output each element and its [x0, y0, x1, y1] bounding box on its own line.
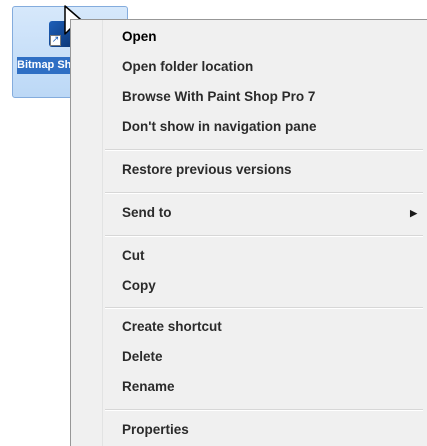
- menu-separator: [105, 307, 423, 309]
- menu-item-open-folder-location[interactable]: Open folder location: [122, 54, 417, 80]
- menu-item-delete[interactable]: Delete: [122, 344, 417, 370]
- menu-item-label: Properties: [122, 422, 189, 437]
- desktop-shortcut-label: Bitmap Shop: [17, 57, 71, 74]
- menu-item-label: Cut: [122, 248, 145, 263]
- menu-item-cut[interactable]: Cut: [122, 243, 417, 269]
- menu-item-label: Open folder location: [122, 59, 254, 74]
- menu-separator: [105, 235, 423, 237]
- menu-item-label: Create shortcut: [122, 319, 222, 334]
- menu-separator: [105, 409, 423, 411]
- context-menu: Open Open folder location Browse With Pa…: [70, 19, 427, 446]
- menu-item-browse-with-paint-shop-pro[interactable]: Browse With Paint Shop Pro 7: [122, 84, 417, 110]
- menu-item-label: Delete: [122, 349, 163, 364]
- menu-item-label: Send to: [122, 205, 172, 220]
- menu-separator: [105, 192, 423, 194]
- menu-item-dont-show-in-navigation-pane[interactable]: Don't show in navigation pane: [122, 114, 417, 140]
- menu-item-restore-previous-versions[interactable]: Restore previous versions: [122, 157, 417, 183]
- menu-item-label: Browse With Paint Shop Pro 7: [122, 89, 316, 104]
- chevron-right-icon: ▶: [410, 208, 417, 218]
- menu-item-label: Don't show in navigation pane: [122, 119, 317, 134]
- menu-item-label: Restore previous versions: [122, 162, 292, 177]
- shortcut-arrow-icon: ↗: [50, 35, 61, 46]
- menu-item-copy[interactable]: Copy: [122, 273, 417, 299]
- menu-item-label: Open: [122, 29, 157, 44]
- menu-item-label: Copy: [122, 278, 156, 293]
- menu-item-open[interactable]: Open: [122, 24, 417, 50]
- menu-item-send-to[interactable]: Send to ▶: [122, 200, 417, 226]
- menu-item-properties[interactable]: Properties: [122, 417, 417, 443]
- menu-item-label: Rename: [122, 379, 175, 394]
- menu-item-create-shortcut[interactable]: Create shortcut: [122, 314, 417, 340]
- menu-separator: [105, 149, 423, 151]
- menu-item-rename[interactable]: Rename: [122, 374, 417, 400]
